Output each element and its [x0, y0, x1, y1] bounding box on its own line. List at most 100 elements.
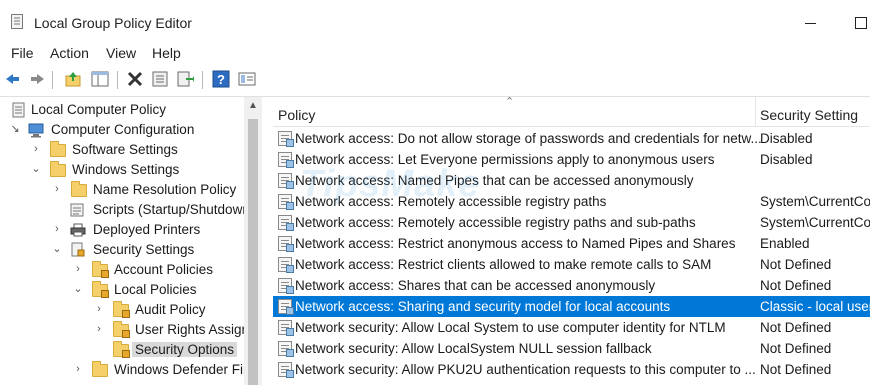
lock-folder-icon [113, 301, 130, 318]
policy-icon [12, 102, 25, 118]
tree-item-label: Audit Policy [135, 302, 206, 317]
tree-item-label: Software Settings [72, 142, 178, 157]
sort-ascending-icon: ⌃ [505, 97, 515, 108]
tree-item-label: Local Computer Policy [31, 102, 167, 117]
svg-text:?: ? [217, 72, 225, 87]
chevron-down-icon[interactable]: ⌄ [73, 284, 83, 295]
chevron-right-icon[interactable]: › [73, 364, 83, 375]
list-header: ⌃ Policy Security Setting [273, 97, 870, 127]
menu-bar: File Action View Help [0, 42, 870, 64]
scroll-up-arrow-icon[interactable]: ▲ [244, 97, 262, 115]
policy-name: Network access: Remotely accessible regi… [295, 194, 607, 209]
chevron-down-icon[interactable]: ⌄ [31, 164, 41, 175]
chevron-right-icon[interactable]: › [73, 264, 83, 275]
policy-name: Network access: Let Everyone permissions… [295, 152, 715, 167]
security-setting-value: Not Defined [760, 320, 832, 335]
chevron-down-icon[interactable]: ↘ [10, 124, 20, 135]
policy-setting-icon [278, 215, 294, 231]
policy-name: Network access: Sharing and security mod… [295, 299, 671, 314]
list-row[interactable]: Network access: Named Pipes that can be … [273, 170, 870, 191]
forward-icon[interactable] [28, 70, 46, 88]
chevron-right-icon[interactable]: › [94, 324, 104, 335]
column-header-policy[interactable]: Policy [278, 107, 315, 123]
list-row[interactable]: Network access: Restrict anonymous acces… [273, 233, 870, 254]
security-setting-value: Enabled [760, 236, 810, 251]
chevron-right-icon[interactable]: › [31, 144, 41, 155]
menu-view[interactable]: View [106, 45, 136, 61]
maximize-button[interactable] [846, 6, 870, 38]
lock-folder-icon [92, 261, 109, 278]
security-setting-value: Classic - local users [760, 299, 870, 314]
folder-icon [92, 361, 108, 377]
delete-icon[interactable] [126, 70, 144, 88]
properties-icon[interactable] [151, 70, 169, 88]
tree-item-label: Account Policies [114, 262, 214, 277]
list-row[interactable]: Network security: Allow LocalSystem NULL… [273, 338, 870, 359]
policy-setting-icon [278, 341, 294, 357]
view-icon[interactable] [238, 70, 256, 88]
policy-setting-icon [278, 278, 294, 294]
list-row[interactable]: Network security: Allow Local System to … [273, 317, 870, 338]
toolbar-separator [52, 71, 53, 89]
toolbar-separator [117, 71, 118, 89]
export-list-icon[interactable] [176, 70, 194, 88]
policy-setting-icon [278, 362, 294, 378]
policy-setting-icon [278, 131, 294, 147]
policy-name: Network security: Allow LocalSystem NULL… [295, 341, 652, 356]
show-hide-tree-icon[interactable] [91, 70, 109, 88]
title-bar: Local Group Policy Editor [0, 0, 870, 42]
policy-setting-icon [278, 320, 294, 336]
policy-setting-icon [278, 299, 294, 315]
tree-scrollbar[interactable]: ▲ [244, 97, 262, 385]
chevron-right-icon[interactable]: › [52, 184, 62, 195]
security-setting-value: System\CurrentCo [760, 215, 870, 230]
back-icon[interactable] [4, 70, 22, 88]
policy-name: Network access: Shares that can be acces… [295, 278, 656, 293]
list-row[interactable]: Network access: Let Everyone permissions… [273, 149, 870, 170]
policy-name: Network access: Named Pipes that can be … [295, 173, 694, 188]
policy-name: Network access: Restrict anonymous acces… [295, 236, 736, 251]
policy-setting-icon [278, 173, 294, 189]
security-setting-value: Not Defined [760, 341, 832, 356]
list-row[interactable]: Network access: Do not allow storage of … [273, 128, 870, 149]
policy-setting-icon [278, 236, 294, 252]
policy-name: Network access: Do not allow storage of … [295, 131, 762, 146]
chevron-down-icon[interactable]: ⌄ [52, 244, 62, 255]
list-row[interactable]: Network access: Remotely accessible regi… [273, 191, 870, 212]
policy-setting-icon [278, 152, 294, 168]
scrollbar-thumb[interactable] [248, 119, 258, 385]
minimize-button[interactable] [796, 6, 826, 38]
computer-icon [28, 123, 44, 138]
toolbar: ? [0, 66, 870, 94]
help-icon[interactable]: ? [212, 70, 230, 88]
column-divider[interactable] [755, 97, 756, 127]
policy-name: Network access: Remotely accessible regi… [295, 215, 696, 230]
lock-folder-icon [113, 341, 130, 358]
group-policy-app-icon [11, 14, 23, 29]
chevron-right-icon[interactable]: › [52, 224, 62, 235]
tree-item-label: Security Settings [93, 242, 195, 257]
policy-setting-icon [278, 257, 294, 273]
tree-item-label: Local Policies [114, 282, 197, 297]
up-folder-icon[interactable] [64, 70, 82, 88]
toolbar-separator [202, 71, 203, 89]
column-header-security-setting[interactable]: Security Setting [760, 107, 858, 123]
list-row[interactable]: Network access: Restrict clients allowed… [273, 254, 870, 275]
policy-name: Network security: Allow Local System to … [295, 320, 726, 335]
policy-setting-icon [278, 194, 294, 210]
tree-item-label: Security Options [132, 342, 238, 357]
security-icon [71, 242, 85, 257]
lock-folder-icon [113, 321, 130, 338]
window-title: Local Group Policy Editor [34, 15, 192, 31]
chevron-right-icon[interactable]: › [94, 304, 104, 315]
list-row[interactable]: Network access: Shares that can be acces… [273, 275, 870, 296]
security-setting-value: Not Defined [760, 257, 832, 272]
tree-item-label: Name Resolution Policy [93, 182, 237, 197]
lock-folder-icon [92, 281, 109, 298]
menu-help[interactable]: Help [152, 45, 181, 61]
menu-file[interactable]: File [11, 45, 34, 61]
list-row-selected[interactable]: Network access: Sharing and security mod… [273, 296, 870, 317]
menu-action[interactable]: Action [50, 45, 89, 61]
list-row[interactable]: Network access: Remotely accessible regi… [273, 212, 870, 233]
list-row[interactable]: Network security: Allow PKU2U authentica… [273, 359, 870, 380]
